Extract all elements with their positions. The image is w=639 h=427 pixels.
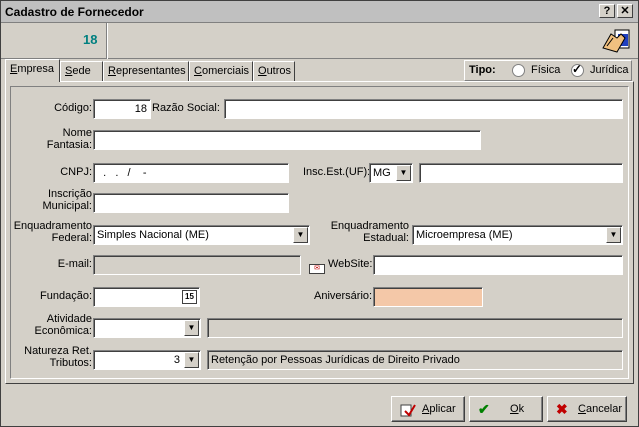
chevron-down-icon[interactable]: ▼: [184, 352, 199, 368]
radio-fisica-label[interactable]: Física: [531, 64, 560, 76]
enq-federal-value: Simples Nacional (ME): [97, 229, 209, 241]
empresa-form: Código: 18 Razão Social: Nome Fantasia: …: [10, 86, 629, 379]
tab-comerciais[interactable]: Comerciais: [189, 61, 253, 81]
natureza-label-1: Natureza Ret.: [24, 345, 92, 357]
radio-fisica[interactable]: [512, 64, 525, 77]
tab-outros[interactable]: Outros: [253, 61, 295, 81]
fundacao-field[interactable]: 15: [93, 287, 200, 307]
cross-icon: ✖: [556, 401, 568, 417]
supplier-handshake-icon: [602, 29, 630, 53]
insc-municipal-label-2: Municipal:: [42, 200, 92, 212]
tab-sede[interactable]: Sede: [60, 61, 103, 81]
supplier-window: Cadastro de Fornecedor ? ✕ 18 Empresa Se…: [0, 0, 639, 427]
header-bar: 18: [1, 23, 638, 59]
nome-fantasia-label-2: Fantasia:: [46, 139, 92, 151]
nome-fantasia-field[interactable]: [93, 130, 481, 150]
natureza-description: Retenção por Pessoas Jurídicas de Direit…: [207, 350, 623, 370]
enq-federal-label-2: Federal:: [51, 232, 92, 244]
atividade-label-2: Econômica:: [34, 325, 92, 337]
insc-est-field[interactable]: [419, 163, 623, 183]
razao-social-field[interactable]: [224, 99, 623, 119]
fundacao-label: Fundação:: [40, 290, 92, 302]
window-title: Cadastro de Fornecedor: [5, 5, 144, 19]
uf-select[interactable]: MG ▼: [369, 163, 413, 183]
cancelar-label: Cancelar: [578, 403, 623, 415]
email-field[interactable]: [93, 255, 301, 275]
ok-label: Ok: [510, 403, 525, 415]
help-button[interactable]: ?: [599, 4, 615, 18]
check-icon: ✔: [478, 401, 490, 417]
natureza-label-2: Tributos:: [49, 357, 92, 369]
tipo-label: Tipo:: [469, 64, 496, 76]
close-button[interactable]: ✕: [617, 4, 633, 18]
uf-value: MG: [373, 167, 391, 179]
enq-estadual-label-1: Enquadramento: [330, 220, 409, 232]
insc-est-label: Insc.Est.(UF):: [303, 166, 371, 178]
razao-social-label: Razão Social:: [152, 102, 220, 114]
email-label: E-mail:: [57, 258, 92, 270]
chevron-down-icon[interactable]: ▼: [293, 227, 308, 243]
website-field[interactable]: [373, 255, 623, 275]
codigo-label: Código:: [54, 102, 92, 114]
record-code-display: 18: [83, 32, 98, 47]
ok-button[interactable]: ✔ Ok: [469, 396, 543, 422]
chevron-down-icon[interactable]: ▼: [396, 165, 411, 181]
radio-juridica[interactable]: [571, 62, 584, 77]
cnpj-label: CNPJ:: [60, 166, 92, 178]
tab-empresa[interactable]: Empresa: [5, 59, 60, 82]
tipo-group: Tipo: Física Jurídica: [464, 60, 632, 81]
enq-estadual-label-2: Estadual:: [363, 232, 409, 244]
calendar-icon[interactable]: 15: [182, 290, 197, 304]
nome-fantasia-label-1: Nome: [62, 127, 92, 139]
empresa-panel: Código: 18 Razão Social: Nome Fantasia: …: [5, 81, 634, 384]
cancelar-button[interactable]: ✖ Cancelar: [547, 396, 627, 422]
enq-federal-label-1: Enquadramento: [13, 220, 92, 232]
title-bar: Cadastro de Fornecedor ? ✕: [1, 1, 638, 23]
website-label: WebSite:: [328, 258, 373, 270]
radio-juridica-label[interactable]: Jurídica: [590, 64, 629, 76]
apply-icon: [400, 404, 416, 417]
cnpj-field[interactable]: . . / -: [93, 163, 289, 183]
natureza-select[interactable]: 3 ▼: [93, 350, 201, 370]
aplicar-label: Aplicar: [422, 403, 456, 415]
enq-estadual-select[interactable]: Microempresa (ME) ▼: [412, 225, 623, 245]
insc-municipal-field[interactable]: [93, 193, 289, 213]
aniversario-label: Aniversário:: [314, 290, 373, 302]
header-separator: [106, 23, 108, 59]
aplicar-button[interactable]: Aplicar: [391, 396, 465, 422]
codigo-field[interactable]: 18: [93, 99, 151, 119]
atividade-label-1: Atividade: [46, 313, 92, 325]
tab-representantes[interactable]: Representantes: [103, 61, 189, 81]
chevron-down-icon[interactable]: ▼: [184, 320, 199, 336]
chevron-down-icon[interactable]: ▼: [606, 227, 621, 243]
natureza-value: 3: [173, 354, 180, 366]
enq-federal-select[interactable]: Simples Nacional (ME) ▼: [93, 225, 310, 245]
email-icon[interactable]: ✉: [309, 264, 325, 274]
insc-municipal-label-1: Inscrição: [47, 188, 92, 200]
atividade-select[interactable]: ▼: [93, 318, 201, 338]
aniversario-field[interactable]: [373, 287, 483, 307]
enq-estadual-value: Microempresa (ME): [416, 229, 513, 241]
atividade-description: [207, 318, 623, 338]
